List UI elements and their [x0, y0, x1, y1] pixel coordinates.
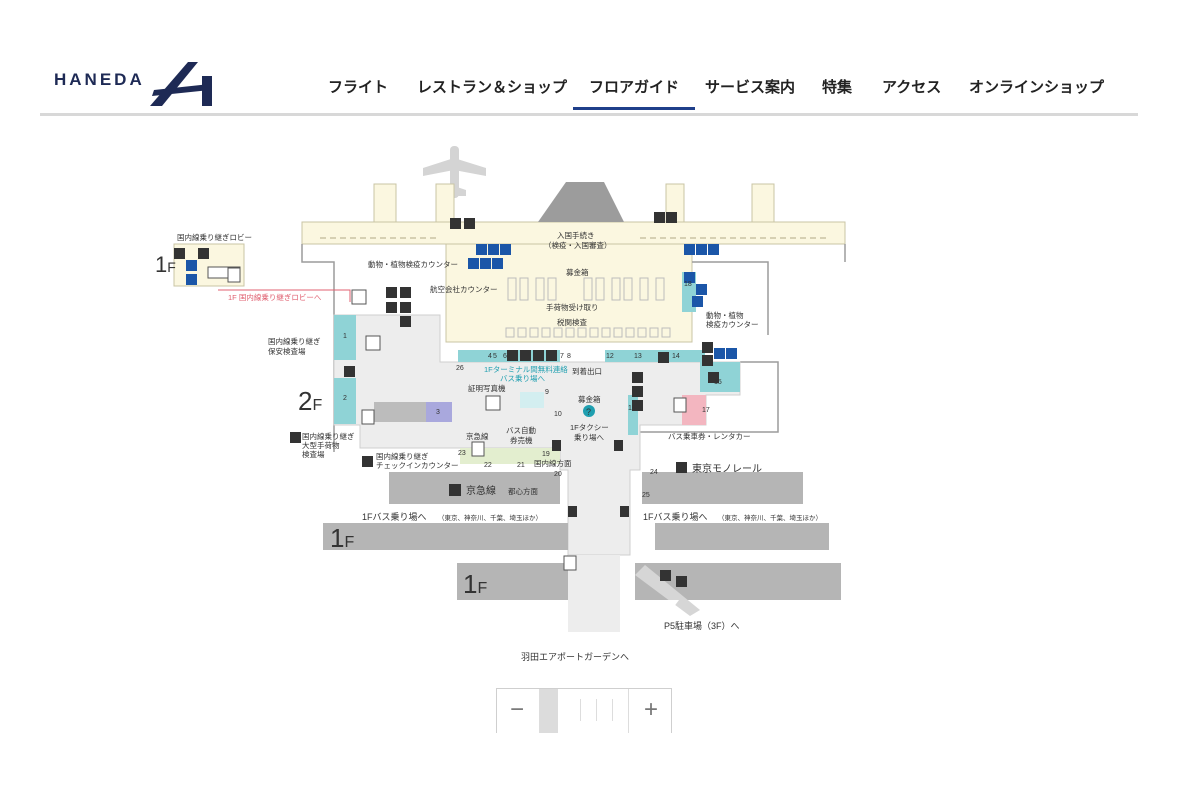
info-mark: ? [586, 407, 591, 417]
svg-text:（東京、神奈川、千葉、埼玉ほか）: （東京、神奈川、千葉、埼玉ほか） [718, 513, 822, 522]
svg-text:京急線: 京急線 [466, 484, 496, 497]
svg-text:羽田エアポートガーデンへ: 羽田エアポートガーデンへ [521, 651, 629, 662]
svg-text:1Fターミナル間無料連絡: 1Fターミナル間無料連絡 [484, 364, 568, 374]
svg-text:動物・植物: 動物・植物 [706, 310, 744, 320]
svg-text:（検疫・入国審査）: （検疫・入国審査） [544, 240, 612, 250]
svg-text:1F: 1F [155, 252, 176, 277]
svg-text:5: 5 [493, 353, 497, 360]
svg-text:13: 13 [634, 353, 642, 360]
svg-text:保安検査場: 保安検査場 [268, 346, 306, 356]
svg-text:税関検査: 税関検査 [557, 317, 587, 327]
svg-text:17: 17 [702, 407, 710, 414]
svg-text:乗り場へ: 乗り場へ [574, 432, 604, 442]
svg-text:7: 7 [560, 353, 564, 360]
svg-text:14: 14 [672, 353, 680, 360]
svg-text:1Fタクシー: 1Fタクシー [570, 423, 609, 432]
svg-text:国内線乗り継ぎ: 国内線乗り継ぎ [376, 451, 429, 461]
svg-text:国内線方面: 国内線方面 [534, 458, 572, 468]
svg-text:16: 16 [628, 405, 636, 412]
svg-text:P5駐車場（3F）へ: P5駐車場（3F）へ [664, 620, 740, 631]
svg-text:都心方面: 都心方面 [508, 486, 538, 496]
svg-text:18: 18 [684, 281, 692, 288]
svg-text:1Fバス乗り場へ: 1Fバス乗り場へ [362, 511, 427, 522]
svg-text:航空会社カウンター: 航空会社カウンター [430, 284, 498, 294]
svg-text:3: 3 [436, 409, 440, 416]
svg-text:（東京、神奈川、千葉、埼玉ほか）: （東京、神奈川、千葉、埼玉ほか） [438, 513, 542, 522]
svg-text:2: 2 [343, 395, 347, 402]
svg-text:検査場: 検査場 [302, 449, 325, 459]
zoom-tick [596, 699, 597, 721]
svg-text:国内線乗り継ぎ: 国内線乗り継ぎ [302, 431, 355, 441]
svg-text:25: 25 [642, 492, 650, 499]
zoom-out-button[interactable]: − [497, 689, 537, 733]
svg-text:大型手荷物: 大型手荷物 [302, 440, 340, 450]
svg-text:23: 23 [458, 450, 466, 457]
svg-text:京急線: 京急線 [466, 431, 489, 441]
zoom-tick [580, 699, 581, 721]
svg-text:チェックインカウンター: チェックインカウンター [376, 461, 459, 470]
svg-text:10: 10 [554, 411, 562, 418]
svg-text:8: 8 [567, 353, 571, 360]
svg-text:到着出口: 到着出口 [572, 366, 602, 376]
parking-teeth [645, 600, 789, 608]
svg-text:22: 22 [484, 462, 492, 469]
svg-text:1: 1 [343, 333, 347, 340]
svg-text:20: 20 [554, 471, 562, 478]
svg-text:2F: 2F [298, 386, 322, 416]
tower-block [538, 182, 624, 222]
svg-text:1F 国内線乗り継ぎロビーへ: 1F 国内線乗り継ぎロビーへ [228, 292, 322, 302]
svg-text:東京モノレール: 東京モノレール [692, 462, 762, 475]
svg-text:入国手続き: 入国手続き [557, 230, 595, 240]
svg-text:19: 19 [542, 451, 550, 458]
svg-text:15: 15 [714, 379, 722, 386]
svg-text:9: 9 [545, 389, 549, 396]
svg-text:動物・植物検疫カウンター: 動物・植物検疫カウンター [368, 259, 458, 269]
zoom-slider-thumb[interactable] [540, 689, 558, 733]
svg-text:6: 6 [503, 353, 507, 360]
svg-text:国内線乗り継ぎロビー: 国内線乗り継ぎロビー [177, 232, 252, 242]
floor-map[interactable]: 1F 2F 1F 1F ? 1 2 3 4 5 6 7 8 9 10 12 13… [0, 0, 1200, 799]
zoom-in-button[interactable]: + [631, 689, 671, 733]
svg-text:バス乗り場へ: バス乗り場へ [500, 373, 545, 383]
svg-text:国内線乗り継ぎ: 国内線乗り継ぎ [268, 336, 321, 346]
svg-text:12: 12 [606, 353, 614, 360]
svg-text:券売機: 券売機 [510, 435, 533, 445]
svg-text:1Fバス乗り場へ: 1Fバス乗り場へ [643, 511, 708, 522]
svg-text:24: 24 [650, 469, 658, 476]
svg-text:手荷物受け取り: 手荷物受け取り [546, 302, 599, 312]
svg-text:4: 4 [488, 353, 492, 360]
zoom-control: − + [496, 688, 672, 733]
svg-text:21: 21 [517, 462, 525, 469]
svg-text:検疫カウンター: 検疫カウンター [706, 319, 759, 329]
svg-text:証明写真機: 証明写真機 [468, 383, 506, 393]
zone-storage [374, 402, 426, 422]
svg-text:募金箱: 募金箱 [566, 267, 589, 277]
svg-text:募金箱: 募金箱 [578, 394, 601, 404]
svg-text:バス乗車券・レンタカー: バス乗車券・レンタカー [668, 431, 751, 441]
zone-9 [520, 392, 544, 408]
svg-text:26: 26 [456, 365, 464, 372]
zoom-tick [612, 699, 613, 721]
svg-text:バス自動: バス自動 [506, 425, 536, 435]
zoom-slider[interactable] [539, 689, 629, 733]
